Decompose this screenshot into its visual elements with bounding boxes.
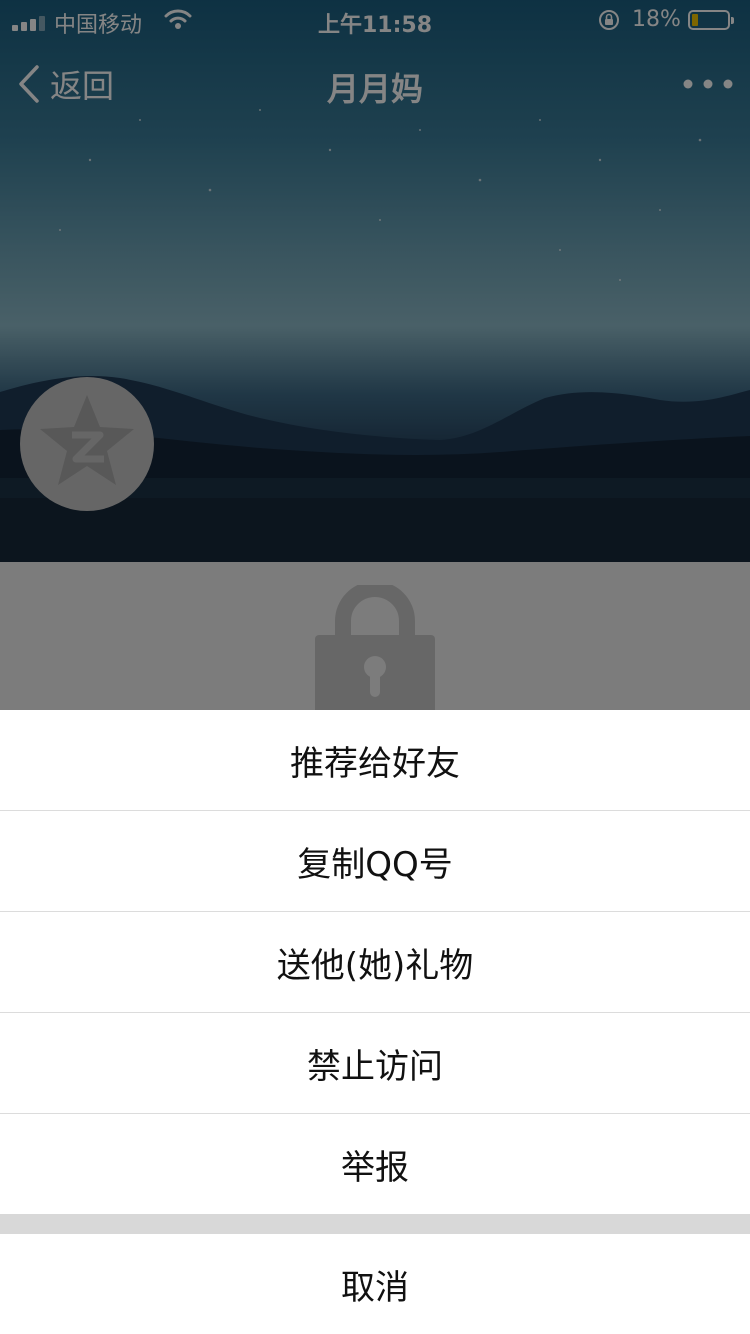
copy-qq-number-button[interactable]: 复制QQ号 [0,811,750,911]
action-sheet: 推荐给好友 复制QQ号 送他(她)礼物 禁止访问 举报 取消 [0,710,750,1334]
cancel-label: 取消 [341,1267,409,1308]
recommend-to-friend-label: 推荐给好友 [290,743,460,784]
report-label: 举报 [341,1147,409,1188]
cancel-button[interactable]: 取消 [0,1234,750,1334]
recommend-to-friend-button[interactable]: 推荐给好友 [0,710,750,810]
block-access-button[interactable]: 禁止访问 [0,1013,750,1113]
copy-qq-number-label: 复制QQ号 [297,844,453,885]
block-access-label: 禁止访问 [307,1046,443,1087]
report-button[interactable]: 举报 [0,1114,750,1214]
send-gift-label: 送他(她)礼物 [276,945,474,986]
send-gift-button[interactable]: 送他(她)礼物 [0,912,750,1012]
